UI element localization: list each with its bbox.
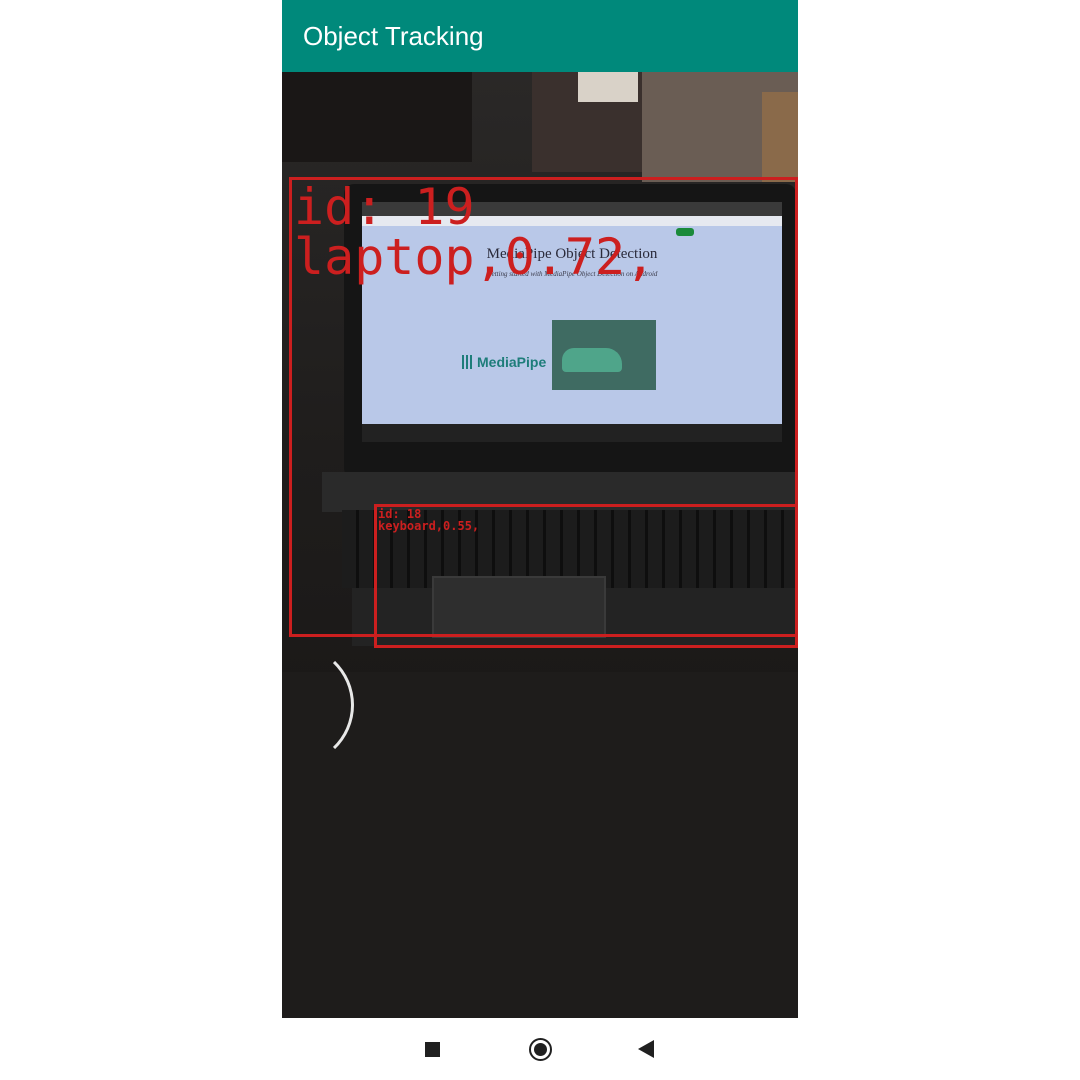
app-bar: Object Tracking	[282, 0, 798, 72]
recents-button[interactable]	[402, 1018, 462, 1080]
keyboard-class-label: keyboard,0.55,	[378, 519, 480, 533]
back-button[interactable]	[616, 1018, 676, 1080]
app-title: Object Tracking	[303, 21, 484, 51]
home-button[interactable]	[510, 1018, 570, 1080]
wall-switch-plate	[578, 72, 638, 102]
system-nav-bar	[282, 1018, 798, 1080]
square-icon	[424, 1041, 440, 1057]
laptop-class-label: laptop,0.72,	[294, 228, 656, 286]
circle-icon	[528, 1037, 552, 1061]
table-surface	[282, 672, 798, 1018]
background-shelf	[282, 72, 472, 162]
triangle-back-icon	[638, 1040, 654, 1058]
phone-screen: Object Tracking MediaPipe Object Detecti…	[282, 0, 798, 1080]
background-door	[762, 92, 798, 182]
camera-preview[interactable]: MediaPipe Object Detection Getting start…	[282, 72, 798, 1018]
laptop-id-label: id: 19	[294, 178, 475, 236]
